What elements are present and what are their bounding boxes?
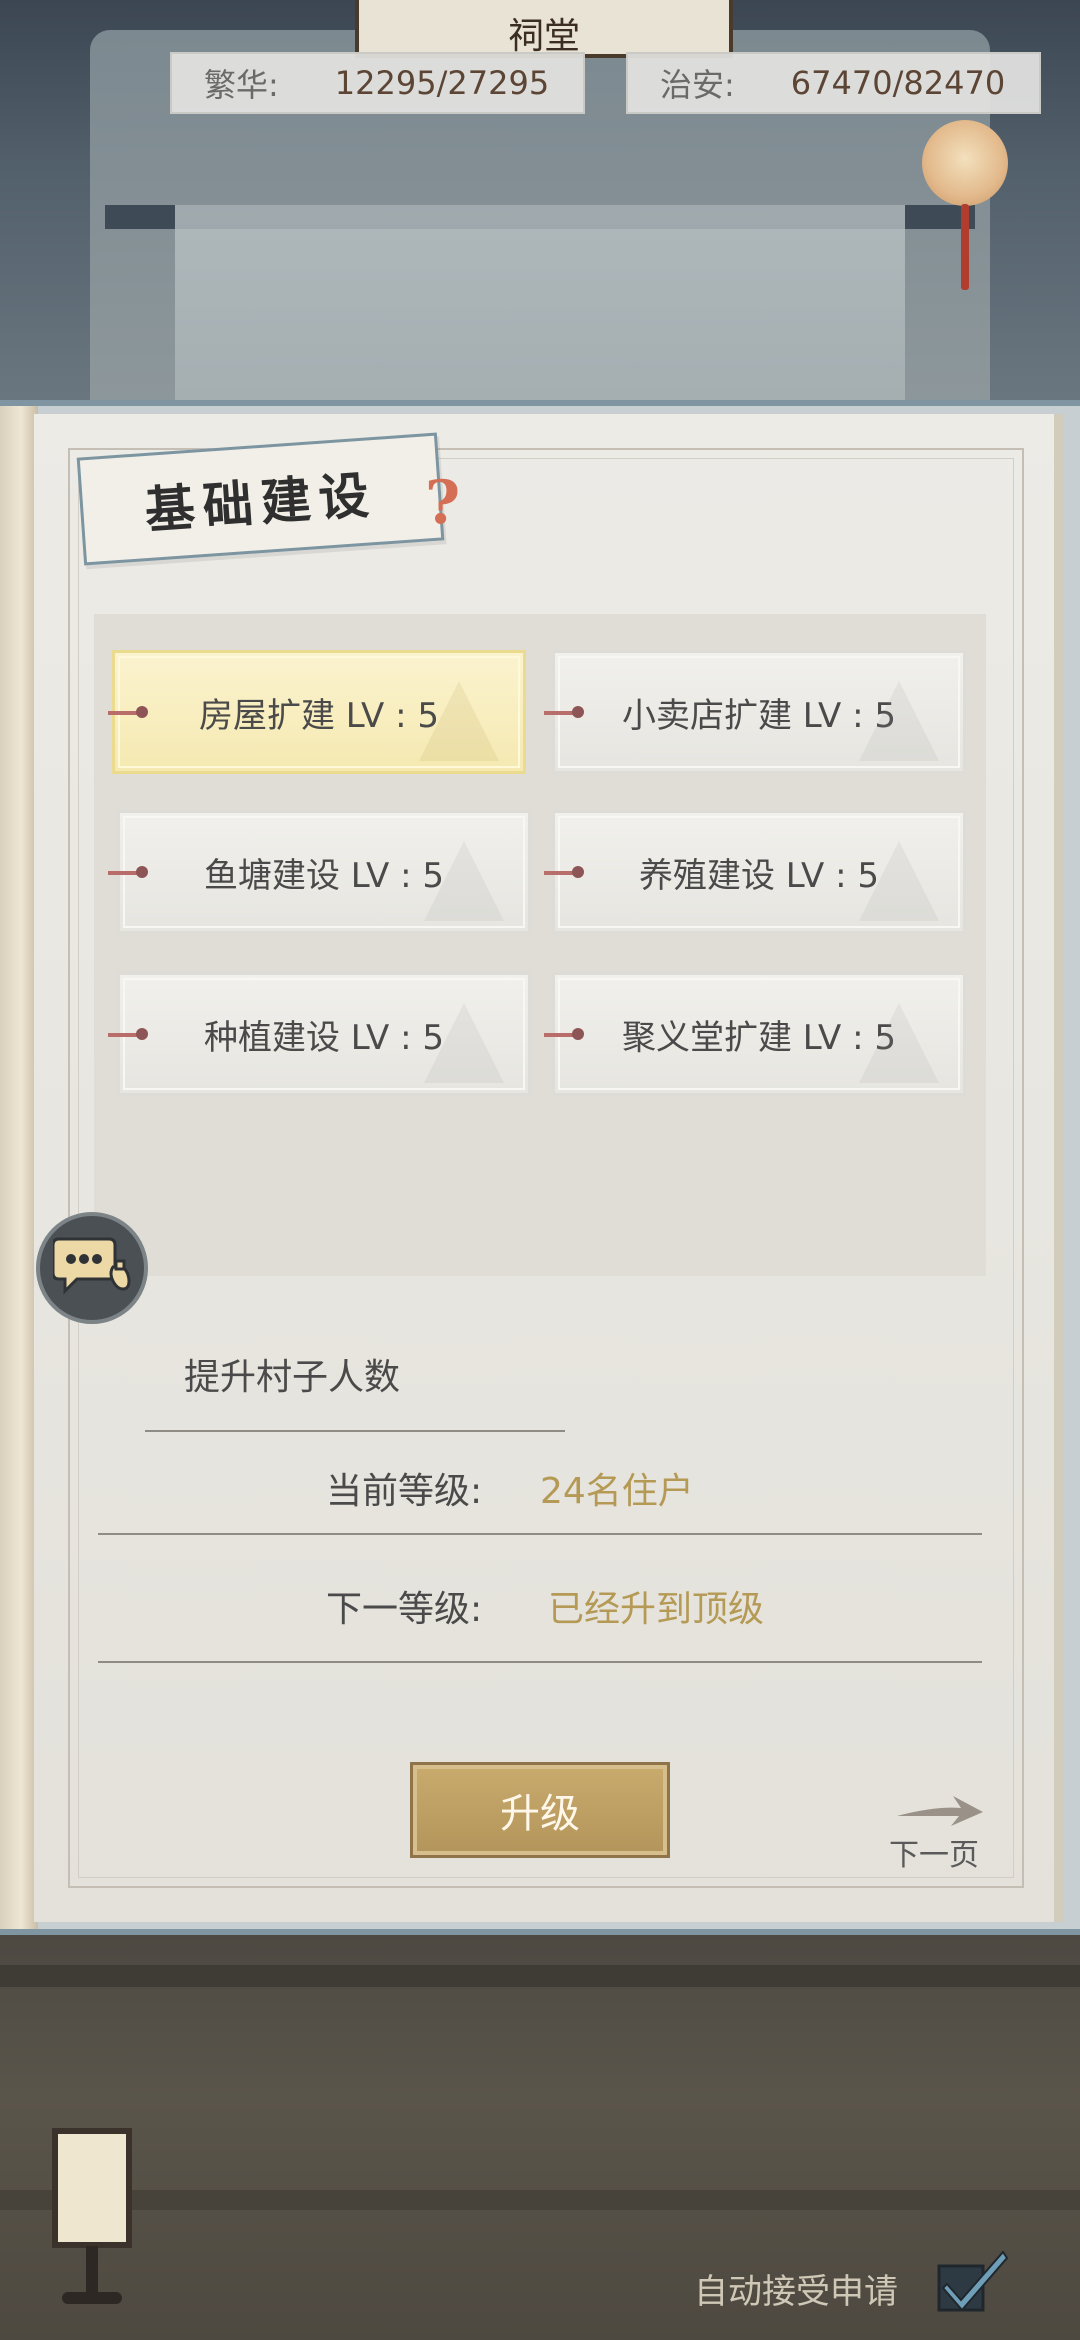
upgrade-button-label: 升级 (500, 1791, 580, 1837)
mountain-decoration (424, 841, 504, 921)
chat-bubble-icon (53, 1237, 131, 1295)
mountain-decoration (419, 681, 499, 761)
book-spine (0, 406, 38, 1929)
hanging-scroll (175, 205, 905, 410)
prosperity-value: 12295/27295 (334, 64, 550, 102)
security-stat: 治安: 67470/82470 (626, 52, 1041, 114)
building-card-label: 鱼塘建设 LV : 5 (204, 855, 444, 896)
mountain-decoration (859, 681, 939, 761)
auto-accept-label[interactable]: 自动接受申请 (694, 2264, 898, 2313)
pin-icon (108, 1028, 148, 1040)
lamp-stand (86, 2246, 98, 2296)
arrow-right-icon (897, 1796, 983, 1826)
divider (145, 1430, 565, 1432)
divider (98, 1533, 982, 1535)
upgrade-description: 提升村子人数 (184, 1357, 401, 1398)
floor-board (0, 1965, 1080, 1987)
pin-icon (544, 1028, 584, 1040)
panel-title: 基础建设 (142, 464, 379, 541)
security-label: 治安: (660, 66, 735, 104)
building-card-label: 小卖店扩建 LV : 5 (622, 695, 896, 736)
floor-board (0, 2190, 1080, 2210)
pin-icon (108, 866, 148, 878)
pin-icon (544, 866, 584, 878)
mountain-decoration (859, 841, 939, 921)
building-card-label: 种植建设 LV : 5 (204, 1017, 444, 1058)
mountain-decoration (424, 1003, 504, 1083)
chat-button[interactable] (36, 1212, 148, 1324)
hall-plaque: 祠堂 (355, 0, 733, 58)
building-card-shop[interactable]: 小卖店扩建 LV : 5 (552, 650, 966, 774)
help-icon[interactable]: ? (425, 470, 465, 536)
upgrade-button[interactable]: 升级 (410, 1762, 670, 1858)
pin-icon (544, 706, 584, 718)
next-page-label: 下一页 (889, 1838, 979, 1873)
lantern-tassel (961, 204, 969, 290)
security-value: 67470/82470 (790, 64, 1006, 102)
building-card-house[interactable]: 房屋扩建 LV : 5 (112, 650, 526, 774)
mountain-decoration (859, 1003, 939, 1083)
building-card-label: 聚义堂扩建 LV : 5 (622, 1017, 896, 1058)
divider (98, 1661, 982, 1663)
pin-icon (108, 706, 148, 718)
lamp-icon (52, 2128, 132, 2248)
lamp-base (62, 2292, 122, 2304)
floor-background (0, 1935, 1080, 2340)
next-level-value: 已经升到顶级 (548, 1589, 765, 1630)
building-card-breeding[interactable]: 养殖建设 LV : 5 (552, 810, 966, 934)
building-card-hall[interactable]: 聚义堂扩建 LV : 5 (552, 972, 966, 1096)
checkmark-icon (937, 2250, 1009, 2312)
building-card-label: 养殖建设 LV : 5 (639, 855, 879, 896)
prosperity-stat: 繁华: 12295/27295 (170, 52, 585, 114)
next-page-button[interactable]: 下一页 (885, 1790, 995, 1880)
prosperity-label: 繁华: (204, 66, 279, 104)
building-card-planting[interactable]: 种植建设 LV : 5 (117, 972, 531, 1096)
building-card-label: 房屋扩建 LV : 5 (199, 695, 439, 736)
current-level-label: 当前等级: (326, 1471, 483, 1512)
building-card-fishpond[interactable]: 鱼塘建设 LV : 5 (117, 810, 531, 934)
lantern-icon (922, 120, 1008, 206)
current-level-value: 24名住户 (540, 1471, 694, 1512)
auto-accept-checkbox[interactable] (935, 2248, 1009, 2314)
next-level-label: 下一等级: (326, 1589, 483, 1630)
